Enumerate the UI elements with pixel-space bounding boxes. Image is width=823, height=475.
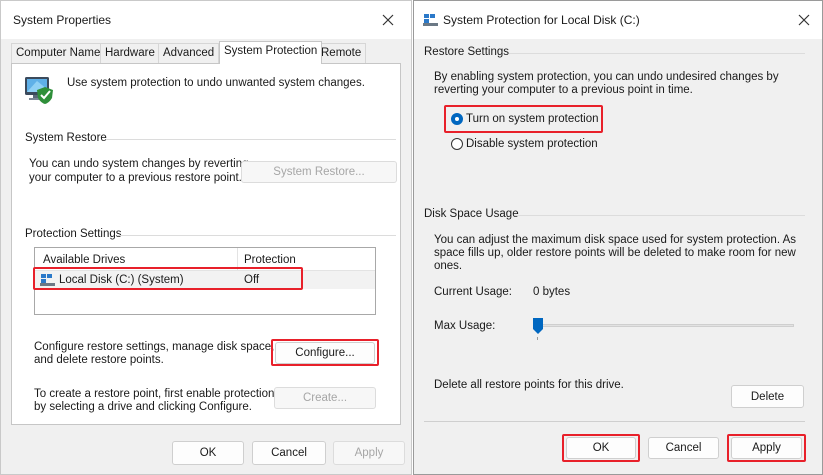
divider — [515, 215, 805, 216]
tab-computer-name[interactable]: Computer Name — [11, 43, 106, 63]
disk-space-heading: Disk Space Usage — [424, 208, 519, 220]
tab-advanced[interactable]: Advanced — [158, 43, 220, 63]
list-header: Available Drives Protection — [35, 248, 375, 271]
create-description-1: To create a restore point, first enable … — [34, 388, 275, 400]
system-protection-dialog: System Protection for Local Disk (C:) Re… — [413, 0, 823, 475]
ok-button[interactable]: OK — [172, 441, 244, 465]
radio-checked-icon[interactable] — [451, 113, 463, 125]
disk-space-description-1: You can adjust the maximum disk space us… — [434, 234, 797, 246]
table-row[interactable]: Local Disk (C:) (System) Off — [35, 271, 375, 289]
divider — [424, 421, 805, 422]
tab-remote[interactable]: Remote — [316, 43, 367, 63]
restore-settings-description-1: By enabling system protection, you can u… — [434, 71, 779, 83]
system-properties-window: System Properties Computer Name Hardware… — [0, 0, 412, 475]
turn-on-protection-label: Turn on system protection — [466, 113, 599, 125]
max-usage-label: Max Usage: — [434, 320, 496, 332]
system-restore-button[interactable]: System Restore... — [241, 161, 397, 183]
intro-text: Use system protection to undo unwanted s… — [67, 77, 365, 89]
divider — [509, 53, 805, 54]
configure-button[interactable]: Configure... — [275, 342, 375, 364]
current-usage-value: 0 bytes — [533, 286, 571, 298]
title-bar: System Properties — [1, 1, 411, 39]
create-description-2: by selecting a drive and clicking Config… — [34, 401, 252, 413]
turn-on-protection-option[interactable]: Turn on system protection — [451, 112, 611, 128]
protection-settings-heading: Protection Settings — [25, 228, 122, 240]
delete-description: Delete all restore points for this drive… — [434, 379, 624, 391]
system-restore-description-1: You can undo system changes by reverting — [29, 158, 249, 170]
computer-shield-icon — [23, 73, 57, 105]
slider-thumb[interactable] — [533, 318, 543, 334]
cancel-button[interactable]: Cancel — [252, 441, 326, 465]
system-restore-description-2: your computer to a previous restore poin… — [29, 172, 242, 184]
slider-track — [533, 324, 794, 327]
window-title: System Properties — [13, 13, 112, 27]
system-restore-heading: System Restore — [25, 132, 107, 144]
close-icon[interactable] — [376, 8, 400, 32]
drives-list[interactable]: Available Drives Protection Local Disk (… — [34, 247, 376, 315]
apply-button[interactable]: Apply — [731, 437, 802, 459]
window-title: System Protection for Local Disk (C:) — [443, 13, 640, 27]
drive-protection-status: Off — [244, 274, 260, 286]
radio-unchecked-icon[interactable] — [451, 138, 463, 150]
column-divider — [237, 248, 238, 270]
disk-space-description-2: space fills up, older restore points wil… — [434, 247, 796, 259]
disable-protection-option[interactable]: Disable system protection — [451, 137, 611, 153]
configure-description-2: and delete restore points. — [34, 354, 164, 366]
tab-panel — [11, 63, 401, 425]
disk-space-description-3: ones. — [434, 260, 463, 272]
cancel-button[interactable]: Cancel — [648, 437, 719, 459]
slider-tick — [537, 337, 538, 340]
delete-button[interactable]: Delete — [731, 385, 804, 408]
column-header-protection[interactable]: Protection — [244, 254, 296, 266]
drive-icon — [40, 273, 56, 289]
restore-settings-description-2: reverting your computer to a previous po… — [434, 84, 693, 96]
divider — [106, 139, 396, 140]
drive-name: Local Disk (C:) (System) — [59, 274, 184, 286]
tab-hardware[interactable]: Hardware — [100, 43, 160, 63]
close-icon[interactable] — [792, 8, 816, 32]
title-bar: System Protection for Local Disk (C:) — [414, 1, 822, 39]
restore-settings-heading: Restore Settings — [424, 46, 510, 58]
max-usage-slider[interactable] — [533, 316, 794, 340]
tab-system-protection[interactable]: System Protection — [219, 41, 323, 64]
create-button[interactable]: Create... — [274, 387, 376, 409]
column-header-drives[interactable]: Available Drives — [43, 254, 125, 266]
drive-icon — [423, 13, 439, 29]
configure-description-1: Configure restore settings, manage disk … — [34, 341, 275, 353]
ok-button[interactable]: OK — [566, 437, 636, 459]
divider — [118, 235, 396, 236]
current-usage-label: Current Usage: — [434, 286, 512, 298]
apply-button[interactable]: Apply — [333, 441, 405, 465]
disable-protection-label: Disable system protection — [466, 138, 598, 150]
